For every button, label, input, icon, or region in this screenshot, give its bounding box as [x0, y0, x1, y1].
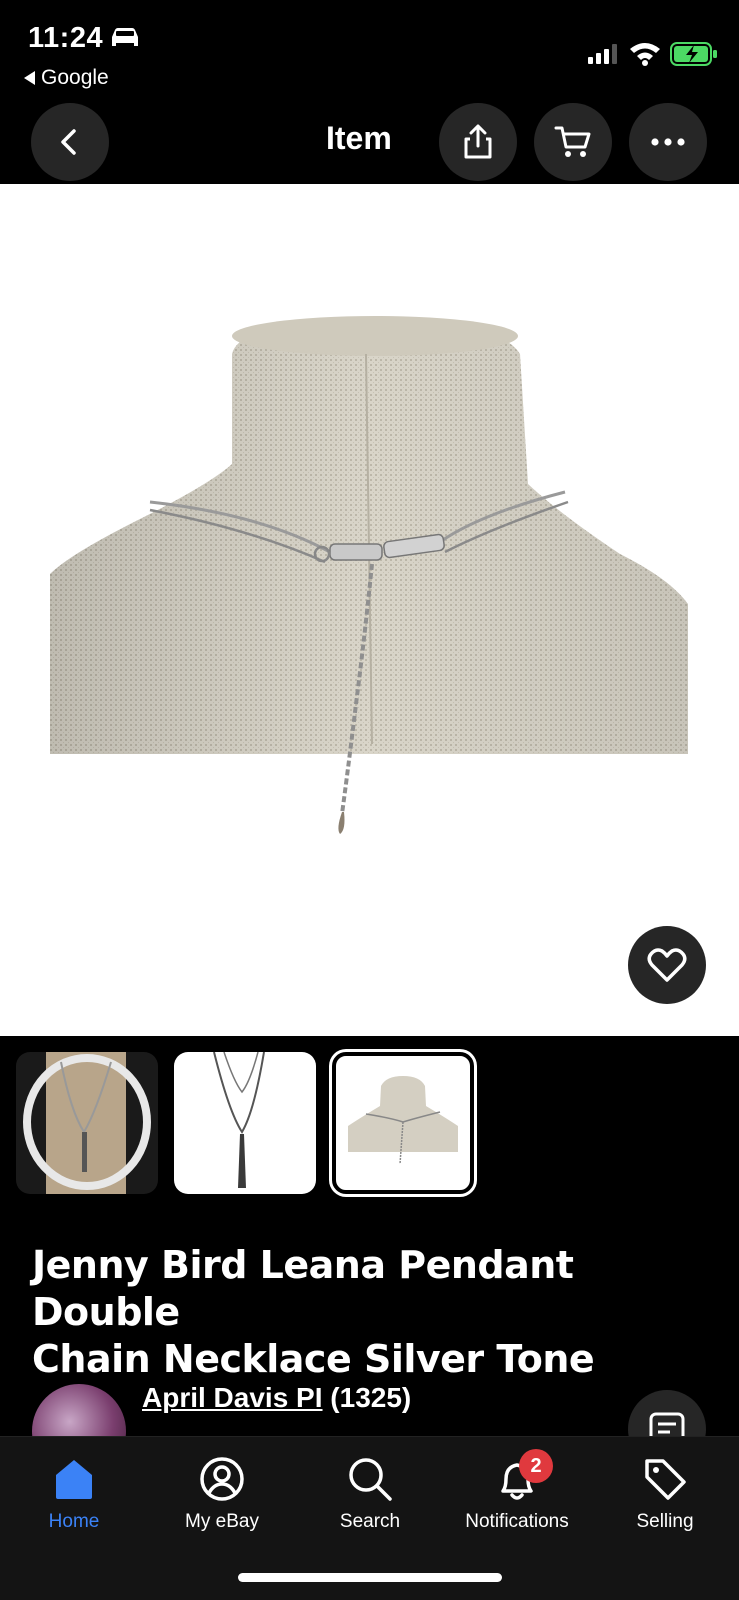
necklace-on-bust-image [50, 316, 688, 834]
item-title: Jenny Bird Leana Pendant Double Chain Ne… [32, 1242, 722, 1383]
notification-badge: 2 [519, 1449, 553, 1483]
search-icon [349, 1458, 392, 1501]
home-icon [56, 1460, 92, 1499]
nav-bar: Item [0, 100, 739, 184]
thumbnail-strip [0, 1036, 739, 1206]
tab-selling[interactable]: Selling [591, 1437, 739, 1557]
page-title: Item [326, 120, 392, 156]
seller-feedback: (1325) [330, 1382, 412, 1413]
thumbnail-1-image [23, 1052, 151, 1194]
back-to-google[interactable]: Google [24, 66, 109, 90]
thumbnail-3-selected[interactable] [332, 1052, 474, 1194]
heart-icon [647, 948, 687, 982]
thumbnail-1[interactable] [16, 1052, 158, 1194]
tab-my-ebay[interactable]: My eBay [148, 1437, 296, 1557]
thumbnail-2[interactable] [174, 1052, 316, 1194]
back-app-label: Google [41, 66, 109, 89]
seller-info: April Davis PI (1325) [142, 1382, 411, 1414]
item-title-line-2: Chain Necklace Silver Tone [32, 1337, 595, 1381]
share-button[interactable] [439, 103, 517, 181]
user-icon [200, 1457, 244, 1501]
battery-icon [670, 42, 717, 66]
seller-avatar[interactable] [32, 1384, 126, 1436]
watch-button[interactable] [628, 926, 706, 1004]
wifi-icon [630, 43, 660, 66]
message-seller-button[interactable] [628, 1390, 706, 1436]
back-triangle-icon [24, 71, 35, 85]
more-dots-icon [651, 138, 685, 146]
tab-selling-label: Selling [636, 1511, 694, 1532]
back-button[interactable] [31, 103, 109, 181]
item-title-line-1: Jenny Bird Leana Pendant Double [32, 1243, 574, 1334]
product-image[interactable] [0, 184, 739, 1036]
car-icon [112, 28, 138, 46]
cart-button[interactable] [534, 103, 612, 181]
status-time: 11:24 [28, 22, 104, 54]
thumbnail-3-image [348, 1076, 458, 1165]
tab-home[interactable]: Home [0, 1437, 148, 1557]
message-icon [649, 1412, 685, 1436]
status-bar: 11:24 Google [0, 0, 739, 100]
signal-icon [588, 44, 617, 64]
chevron-left-icon [61, 129, 76, 155]
tab-notifications-label: Notifications [465, 1511, 569, 1532]
tag-icon [645, 1459, 686, 1500]
more-button[interactable] [629, 103, 707, 181]
tab-my-ebay-label: My eBay [185, 1511, 259, 1532]
share-icon [464, 124, 492, 159]
tab-search[interactable]: Search [296, 1437, 444, 1557]
tab-home-label: Home [48, 1511, 100, 1532]
seller-row: April Davis PI (1325) [0, 1380, 739, 1436]
seller-name-link[interactable]: April Davis PI [142, 1382, 323, 1413]
home-indicator [238, 1573, 502, 1582]
tab-notifications[interactable]: 2 Notifications [443, 1437, 591, 1557]
tab-search-label: Search [339, 1511, 401, 1532]
cart-icon [554, 126, 591, 157]
thumbnail-2-image [213, 1052, 265, 1188]
